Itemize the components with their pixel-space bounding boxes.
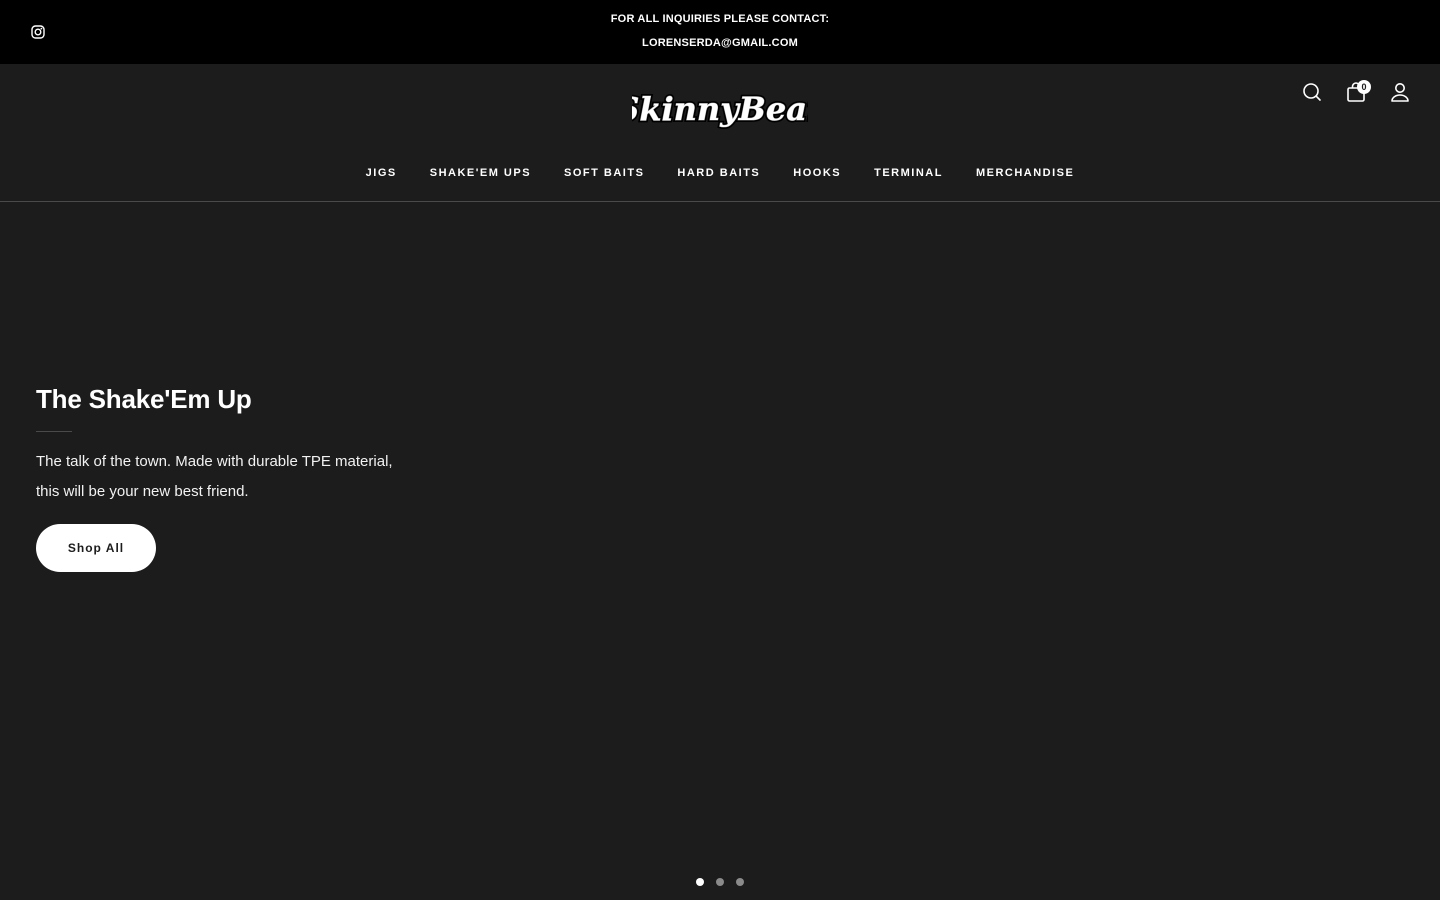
nav-item-merchandise[interactable]: MERCHANDISE (976, 164, 1074, 184)
search-icon[interactable] (1301, 81, 1323, 103)
contact-email: LORENSERDA@GMAIL.COM (642, 37, 798, 49)
slide-dot-1[interactable] (696, 878, 704, 886)
hero-description-line-2: this will be your new best friend. (36, 483, 249, 500)
hero-description: The talk of the town. Made with durable … (36, 447, 456, 507)
hero-slideshow: The Shake'Em Up The talk of the town. Ma… (0, 202, 1440, 900)
shop-all-button[interactable]: Shop All (36, 524, 156, 572)
skinnybear-logo[interactable]: SkinnyBear SkinnyBear (632, 84, 808, 136)
cart-count-badge: 0 (1357, 80, 1371, 94)
nav-item-soft-baits[interactable]: SOFT BAITS (564, 164, 644, 184)
announcement-text: FOR ALL INQUIRIES PLEASE CONTACT: LORENS… (0, 0, 1440, 64)
nav-item-terminal[interactable]: TERMINAL (874, 164, 943, 184)
hero-divider (36, 431, 72, 432)
nav-item-hooks[interactable]: HOOKS (793, 164, 841, 184)
nav-item-shakeem-ups[interactable]: SHAKE'EM UPS (430, 164, 531, 184)
slide-dot-2[interactable] (716, 878, 724, 886)
slide-dot-3[interactable] (736, 878, 744, 886)
account-icon[interactable] (1389, 81, 1411, 103)
nav-item-hard-baits[interactable]: HARD BAITS (677, 164, 760, 184)
slideshow-dots (690, 876, 750, 888)
hero-description-line-1: The talk of the town. Made with durable … (36, 453, 393, 470)
hero-title: The Shake'Em Up (36, 384, 252, 414)
site-header: SkinnyBear SkinnyBear 0 JIGS SHAKE'EM UP… (0, 64, 1440, 202)
logo-text-outline: SkinnyBear (632, 90, 808, 128)
announcement-line-1: FOR ALL INQUIRIES PLEASE CONTACT: (610, 13, 830, 25)
nav-item-jigs[interactable]: JIGS (366, 164, 397, 184)
announcement-bar: FOR ALL INQUIRIES PLEASE CONTACT: LORENS… (0, 0, 1440, 64)
main-navigation: JIGS SHAKE'EM UPS SOFT BAITS HARD BAITS … (0, 164, 1440, 184)
